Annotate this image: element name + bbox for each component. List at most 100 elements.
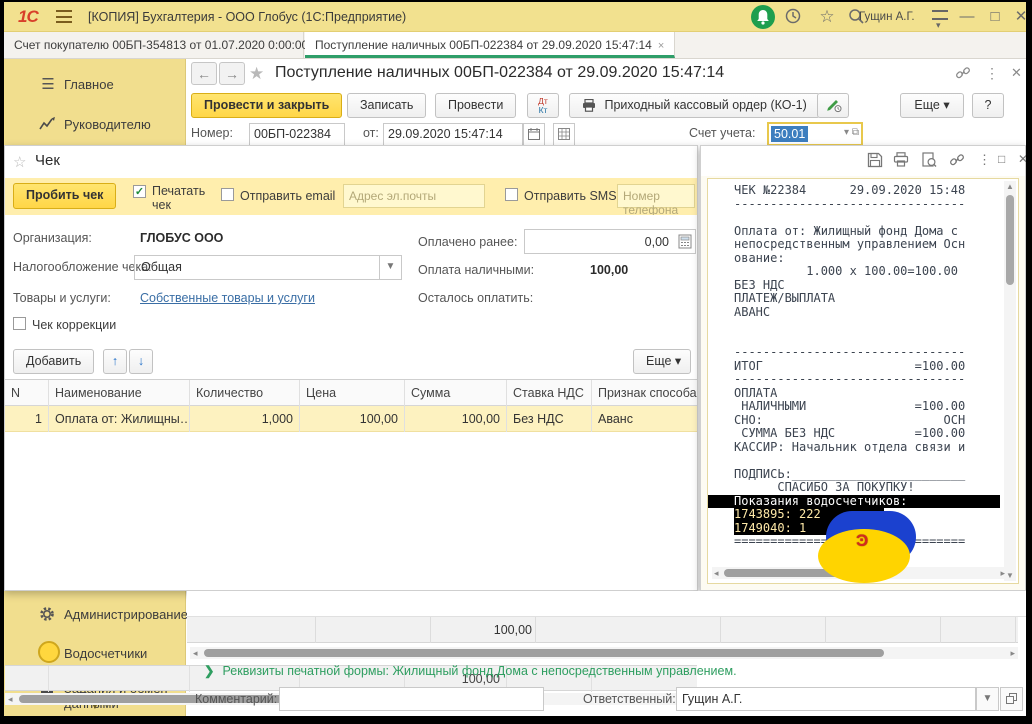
col-price[interactable]: Цена bbox=[300, 380, 405, 406]
send-email-checkbox[interactable] bbox=[221, 188, 234, 201]
send-sms-checkbox[interactable] bbox=[505, 188, 518, 201]
paid-earlier-field[interactable]: 0,00 bbox=[524, 229, 696, 254]
close-icon[interactable]: ✕ bbox=[1010, 7, 1026, 27]
get-link-icon[interactable] bbox=[955, 65, 971, 81]
table-row[interactable]: 1 Оплата от: Жилищны… 1,000 100,00 100,0… bbox=[5, 406, 697, 432]
maximize-panel-icon[interactable]: □ bbox=[998, 152, 1005, 166]
main-horizontal-scrollbar[interactable]: ◂ ▸ bbox=[190, 647, 1018, 659]
col-name[interactable]: Наименование bbox=[49, 380, 190, 406]
email-address-field[interactable]: Адрес эл.почты bbox=[343, 184, 485, 208]
hamburger-menu-icon[interactable] bbox=[56, 10, 72, 23]
taxation-select[interactable]: Общая ▼ bbox=[134, 255, 402, 280]
favorite-star-icon[interactable]: ★ bbox=[249, 64, 264, 84]
comment-label: Комментарий: bbox=[195, 692, 277, 706]
correction-check-checkbox[interactable] bbox=[13, 317, 26, 330]
post-button[interactable]: Провести bbox=[435, 93, 516, 118]
notifications-icon[interactable] bbox=[751, 5, 775, 29]
col-method[interactable]: Признак способа р bbox=[592, 380, 697, 406]
paid-earlier-label: Оплачено ранее: bbox=[418, 235, 517, 249]
open-icon[interactable] bbox=[1000, 687, 1023, 711]
col-vat[interactable]: Ставка НДС bbox=[507, 380, 592, 406]
more-menu-icon[interactable]: ⋮ bbox=[985, 65, 999, 82]
phone-number-field[interactable]: Номер телефона bbox=[617, 184, 695, 208]
add-row-button[interactable]: Добавить bbox=[13, 349, 94, 374]
forward-button[interactable]: → bbox=[219, 62, 245, 85]
cash-payment-value: 100,00 bbox=[590, 263, 628, 277]
col-sum[interactable]: Сумма bbox=[405, 380, 507, 406]
grid-icon[interactable] bbox=[553, 123, 575, 145]
print-icon[interactable] bbox=[893, 152, 909, 167]
date-label: от: bbox=[363, 126, 379, 140]
print-check-checkbox[interactable]: ✓ bbox=[133, 185, 146, 198]
main-total-sum: 100,00 bbox=[437, 623, 532, 637]
receipt-vertical-scrollbar[interactable]: ▲ ▼ bbox=[1004, 181, 1016, 581]
receipt-toolbar: ⋮ □ ✕ bbox=[701, 146, 1025, 176]
receipt-preview-panel: ⋮ □ ✕ ЧЕК №22384 29.09.2020 15:48 ------… bbox=[700, 145, 1026, 591]
document-header: ← → ★ Поступление наличных 00БП-022384 о… bbox=[187, 59, 1026, 90]
account-label: Счет учета: bbox=[689, 126, 755, 140]
table-header-row: N Наименование Количество Цена Сумма Ста… bbox=[5, 380, 697, 406]
link-icon[interactable] bbox=[949, 152, 965, 168]
check-dialog-toolbar: Пробить чек ✓ Печатать чек Отправить ema… bbox=[5, 178, 697, 215]
document-toolbar: Провести и закрыть Записать Провести ДтК… bbox=[187, 90, 1026, 122]
close-panel-icon[interactable]: ✕ bbox=[1018, 152, 1026, 166]
print-check-label: Печатать чек bbox=[152, 184, 214, 212]
edit-schedule-icon-button[interactable] bbox=[817, 93, 849, 118]
document-title: Поступление наличных 00БП-022384 от 29.0… bbox=[275, 64, 724, 82]
dialog-star-icon[interactable]: ☆ bbox=[13, 153, 26, 171]
tab-close-icon[interactable]: × bbox=[658, 40, 664, 52]
printed-form-requisites[interactable]: ❯Реквизиты печатной формы: Жилищный фонд… bbox=[204, 663, 737, 678]
chevron-right-icon[interactable]: ❯ bbox=[204, 664, 214, 678]
goods-services-label: Товары и услуги: bbox=[13, 291, 111, 305]
printer-icon bbox=[582, 99, 596, 112]
back-button[interactable]: ← bbox=[191, 62, 217, 85]
check-dialog-form: Организация: ГЛОБУС ООО Налогообложение … bbox=[5, 215, 697, 355]
account-field[interactable]: 50.01 ▾ ⧉ bbox=[767, 122, 863, 145]
history-icon[interactable] bbox=[784, 7, 806, 27]
chevron-down-icon[interactable]: ▼ bbox=[379, 256, 401, 279]
tab-invoice[interactable]: Счет покупателю 00БП-354813 от 01.07.202… bbox=[4, 32, 304, 58]
send-email-label: Отправить email bbox=[240, 189, 335, 203]
date-field[interactable]: 29.09.2020 15:47:14 bbox=[383, 123, 523, 145]
dt-kt-postings-button[interactable]: ДтКт bbox=[527, 93, 559, 118]
punch-check-button[interactable]: Пробить чек bbox=[13, 183, 116, 209]
more-menu-icon[interactable]: ⋮ bbox=[978, 152, 991, 168]
document-fields-row: Номер: 00БП-022384 от: 29.09.2020 15:47:… bbox=[187, 122, 1026, 145]
service-menu-icon[interactable] bbox=[932, 10, 948, 20]
menu-lines-icon: ☰ bbox=[38, 75, 58, 95]
calendar-icon[interactable] bbox=[523, 123, 545, 145]
table-more-button[interactable]: Еще ▾ bbox=[633, 349, 691, 374]
maximize-icon[interactable]: □ bbox=[984, 7, 1006, 27]
doc-more-button[interactable]: Еще ▾ bbox=[900, 93, 964, 118]
favorites-star-icon[interactable]: ☆ bbox=[816, 7, 838, 27]
close-document-icon[interactable]: ✕ bbox=[1011, 65, 1022, 81]
taxation-label: Налогообложение чека: bbox=[13, 260, 152, 274]
move-up-button[interactable]: ↑ bbox=[103, 349, 127, 374]
window-title: [КОПИЯ] Бухгалтерия - ООО Глобус (1С:Пре… bbox=[88, 10, 406, 24]
tab-cash-receipt[interactable]: Поступление наличных 00БП-022384 от 29.0… bbox=[305, 32, 675, 58]
col-qty[interactable]: Количество bbox=[190, 380, 300, 406]
account-field-buttons[interactable]: ▾ ⧉ bbox=[844, 127, 859, 138]
calculator-icon[interactable] bbox=[678, 234, 692, 249]
cash-order-print-button[interactable]: Приходный кассовый ордер (КО-1) bbox=[569, 93, 820, 118]
chevron-down-icon[interactable]: ▼ bbox=[976, 687, 999, 711]
app-window: 1С [КОПИЯ] Бухгалтерия - ООО Глобус (1С:… bbox=[4, 2, 1026, 716]
number-label: Номер: bbox=[191, 126, 233, 140]
current-user[interactable]: Гущин А.Г. bbox=[859, 11, 915, 23]
save-icon[interactable] bbox=[867, 152, 883, 168]
minimize-icon[interactable]: — bbox=[956, 7, 978, 27]
responsible-field[interactable]: Гущин А.Г. bbox=[676, 687, 976, 711]
number-field[interactable]: 00БП-022384 bbox=[249, 123, 345, 145]
col-n[interactable]: N bbox=[5, 380, 49, 406]
post-and-close-button[interactable]: Провести и закрыть bbox=[191, 93, 342, 118]
preview-icon[interactable] bbox=[921, 152, 937, 168]
write-button[interactable]: Записать bbox=[347, 93, 426, 118]
title-bar: 1С [КОПИЯ] Бухгалтерия - ООО Глобус (1С:… bbox=[4, 2, 1026, 32]
receipt-text-area[interactable]: ЧЕК №22384 29.09.2020 15:48 ------------… bbox=[707, 178, 1019, 584]
main-table-totals-row: 100,00 bbox=[187, 617, 1018, 643]
move-down-button[interactable]: ↓ bbox=[129, 349, 153, 374]
comment-input[interactable] bbox=[279, 687, 544, 711]
left-to-pay-label: Осталось оплатить: bbox=[418, 291, 533, 305]
goods-services-link[interactable]: Собственные товары и услуги bbox=[140, 291, 315, 305]
help-button[interactable]: ? bbox=[972, 93, 1004, 118]
